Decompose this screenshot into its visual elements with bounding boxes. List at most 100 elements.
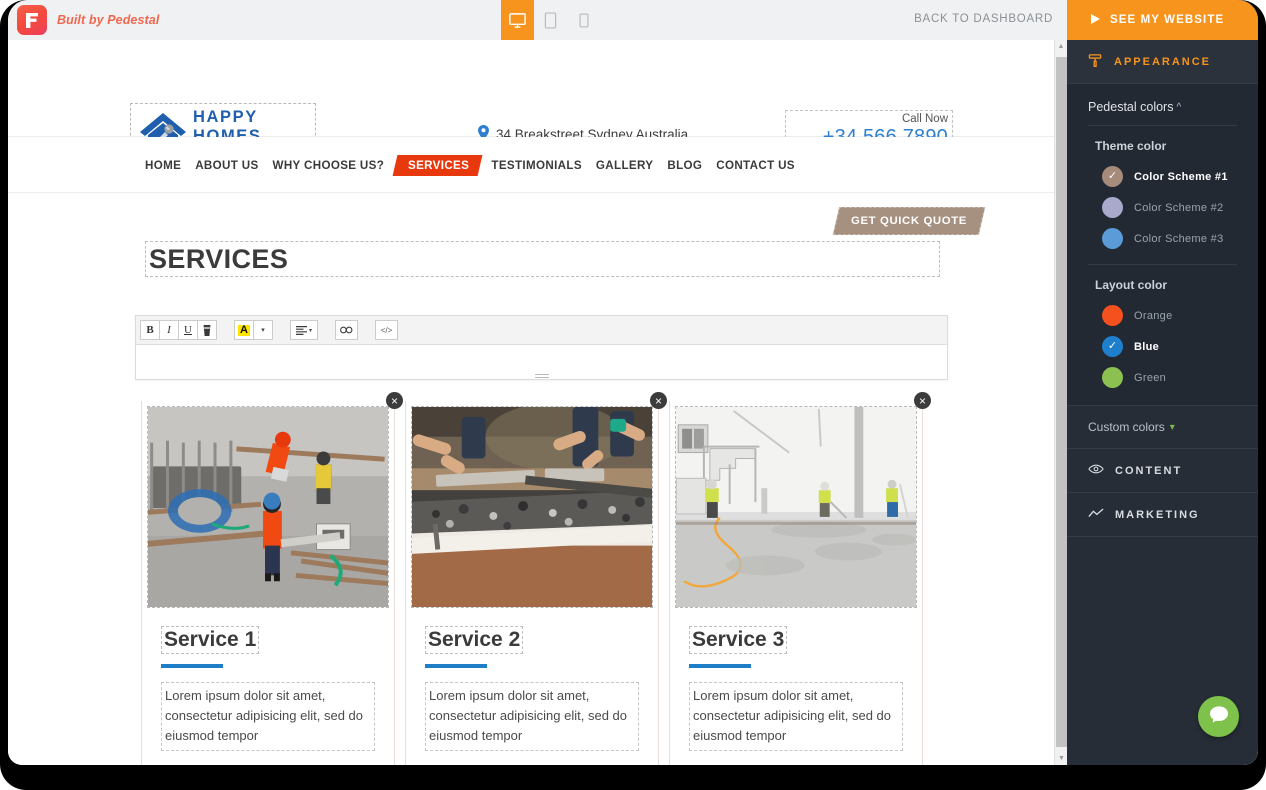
text-color-glyph: A [238,323,250,336]
nav-item-blog[interactable]: BLOG [660,159,709,172]
editor-resize-handle[interactable] [534,374,549,378]
service-title[interactable]: Service 3 [689,626,788,654]
nav-item-contact-us[interactable]: CONTACT US [709,159,802,172]
service-card: × [141,392,403,765]
site-header: HAPPY HOMES Remodeling 34 Breakstreet Sy… [8,40,1062,177]
italic-button[interactable]: I [159,320,179,340]
chat-bubble-icon [1209,705,1229,729]
scroll-up-icon[interactable]: ▲ [1055,40,1067,53]
theme-color-option-1[interactable]: ✓ Color Scheme #1 [1067,161,1258,192]
service-card-body: Service 2 Lorem ipsum dolor sit amet, co… [406,608,658,765]
brand-block: Built by Pedestal [17,5,159,35]
bold-button[interactable]: B [140,320,160,340]
title-underline [161,664,223,668]
page-title-editable[interactable]: SERVICES [145,241,940,277]
see-my-website-label: SEE MY WEBSITE [1110,14,1225,26]
custom-colors-group[interactable]: Custom colors ▾ [1067,405,1258,449]
scrollbar-thumb[interactable] [1056,57,1067,747]
theme-color-option-2[interactable]: Color Scheme #2 [1067,192,1258,223]
title-underline [689,664,751,668]
see-my-website-button[interactable]: SEE MY WEBSITE [1067,0,1258,40]
service-title[interactable]: Service 2 [425,626,524,654]
website-preview-canvas: HAPPY HOMES Remodeling 34 Breakstreet Sy… [8,40,1062,765]
device-tab-tablet[interactable] [534,0,567,40]
pedestal-colors-group[interactable]: Pedestal colors ^ [1067,84,1258,125]
close-icon[interactable]: × [914,392,931,409]
sidebar-item-marketing[interactable]: MARKETING [1067,493,1258,537]
text-color-dropdown-button[interactable]: ▾ [253,320,273,340]
nav-item-about-us[interactable]: ABOUT US [188,159,265,172]
marketing-label: MARKETING [1115,508,1200,521]
nav-item-home[interactable]: HOME [138,159,188,172]
text-color-button[interactable]: A [234,320,254,340]
back-to-dashboard-link[interactable]: BACK TO DASHBOARD [914,13,1053,25]
service-image-1[interactable] [147,406,389,608]
color-swatch[interactable] [1102,305,1123,326]
underline-button[interactable]: U [178,320,198,340]
rich-text-editor[interactable]: B I U A ▾ ▾ </> [135,315,948,380]
device-frame: Built by Pedestal BACK TO DASHBOARD HAPP… [0,0,1266,790]
color-swatch[interactable]: ✓ [1102,336,1123,357]
play-icon [1091,13,1100,27]
service-card: × [669,392,931,765]
trend-line-icon [1088,508,1104,522]
page-title: SERVICES [149,243,289,274]
theme-color-label: Theme color [1095,139,1167,153]
nav-item-services[interactable]: SERVICES [392,154,483,176]
appearance-label: APPEARANCE [1114,55,1212,68]
layout-color-option-orange[interactable]: Orange [1067,300,1258,331]
chat-button[interactable] [1198,696,1239,737]
editor-format-group: B I U [140,320,217,340]
layout-color-option-blue[interactable]: ✓ Blue [1067,331,1258,362]
brand-text: Built by Pedestal [57,13,160,27]
color-swatch[interactable]: ✓ [1102,166,1123,187]
sidebar-item-appearance[interactable]: APPEARANCE [1067,40,1258,84]
browser-screen: Built by Pedestal BACK TO DASHBOARD HAPP… [8,0,1258,765]
get-quick-quote-button[interactable]: GET QUICK QUOTE [832,207,986,235]
align-dropdown-caret: ▾ [308,327,312,334]
chevron-up-icon: ^ [1176,101,1182,113]
chevron-down-icon: ▾ [1169,421,1175,433]
clear-format-button[interactable] [197,320,217,340]
service-description[interactable]: Lorem ipsum dolor sit amet, consectetur … [425,682,639,751]
nav-item-services-label: SERVICES [408,158,470,172]
layout-color-option-green[interactable]: Green [1067,362,1258,393]
green-label: Green [1134,371,1167,384]
nav-item-testimonials[interactable]: TESTIMONIALS [484,159,589,172]
link-button[interactable] [335,320,358,340]
color-swatch[interactable] [1102,197,1123,218]
device-tab-mobile[interactable] [567,0,600,40]
pedestal-logo-icon [17,5,47,35]
custom-colors-label: Custom colors [1088,420,1165,434]
service-description[interactable]: Lorem ipsum dolor sit amet, consectetur … [689,682,903,751]
service-image-2[interactable] [411,406,653,608]
preview-scrollbar[interactable]: ▲ ▼ [1054,40,1067,765]
blue-label: Blue [1134,340,1160,353]
sidebar-item-content[interactable]: CONTENT [1067,449,1258,493]
device-tab-desktop[interactable] [501,0,534,40]
device-preview-tabs [501,0,600,40]
align-button[interactable]: ▾ [290,320,318,340]
service-card: × [405,392,667,765]
theme-color-option-3[interactable]: Color Scheme #3 [1067,223,1258,254]
service-description[interactable]: Lorem ipsum dolor sit amet, consectetur … [161,682,375,751]
eye-icon [1088,463,1104,478]
service-image-3[interactable] [675,406,917,608]
nav-item-gallery[interactable]: GALLERY [589,159,660,172]
close-icon[interactable]: × [386,392,403,409]
service-title[interactable]: Service 1 [161,626,260,654]
paint-roller-icon [1088,53,1103,71]
service-card-body: Service 1 Lorem ipsum dolor sit amet, co… [142,608,394,765]
close-icon[interactable]: × [650,392,667,409]
content-label: CONTENT [1115,464,1183,477]
site-navbar: HOME ABOUT US WHY CHOOSE US? SERVICES TE… [8,137,1062,193]
nav-item-why-choose-us[interactable]: WHY CHOOSE US? [266,159,392,172]
color-swatch[interactable] [1102,228,1123,249]
editor-color-group: A ▾ [234,320,273,340]
source-code-button[interactable]: </> [375,320,398,340]
appearance-panel: SEE MY WEBSITE APPEARANCE Pedestal color… [1067,0,1258,765]
pedestal-colors-label: Pedestal colors [1088,100,1174,114]
orange-label: Orange [1134,309,1173,322]
color-swatch[interactable] [1102,367,1123,388]
appearance-section-body: Pedestal colors ^ Theme color ✓ Color Sc… [1067,84,1258,405]
